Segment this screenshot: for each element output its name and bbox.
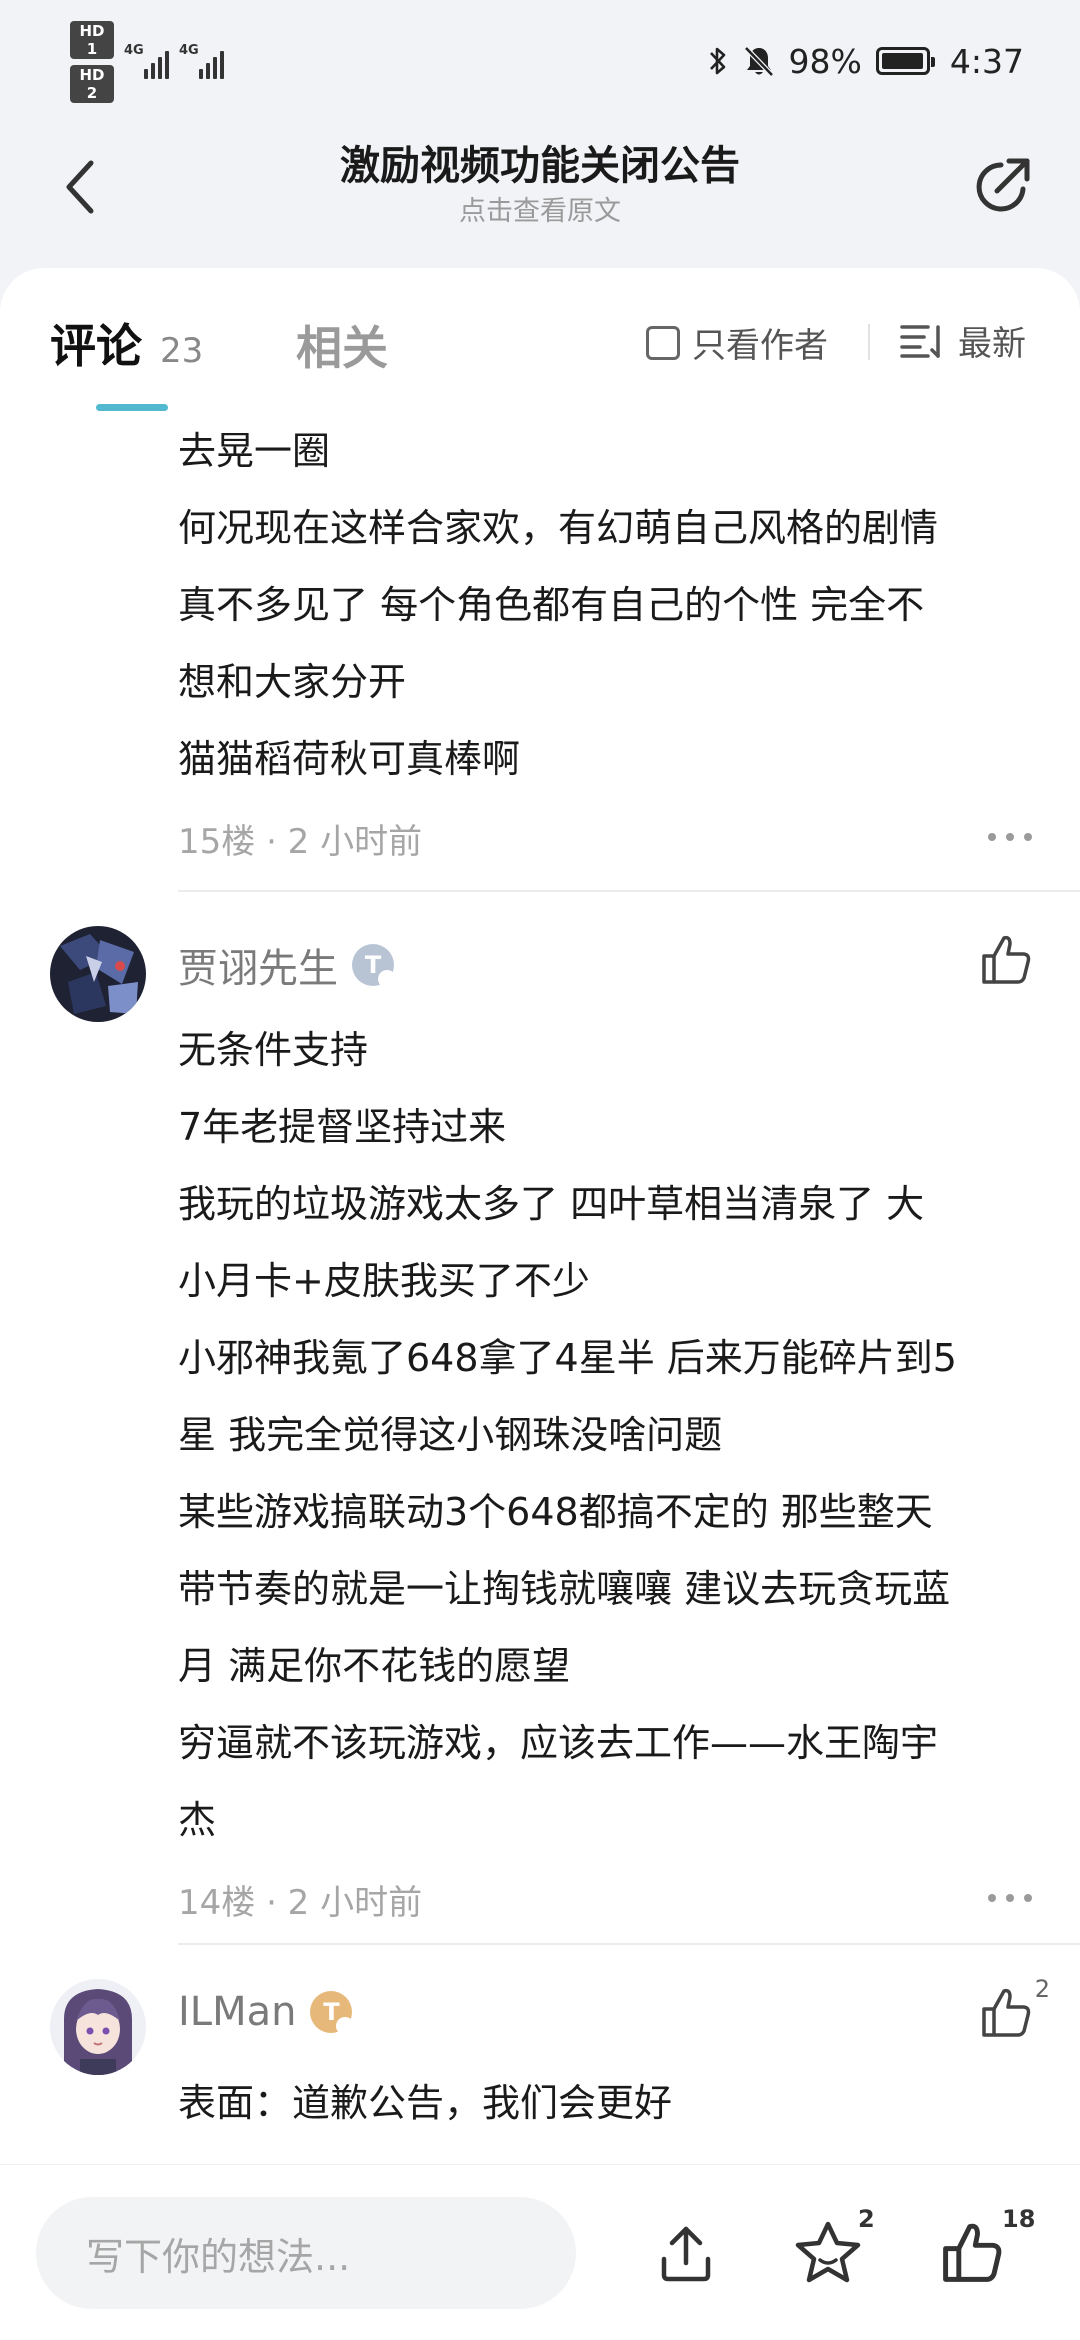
level-number: 5 [336,2017,355,2035]
avatar[interactable] [50,926,146,1022]
user-level-badge: T 2 [352,944,396,988]
hd-1-badge: HD 1 [70,21,114,59]
comment-author[interactable]: ILMan T 5 [178,1989,355,2035]
sort-icon [900,324,940,358]
signal-2-icon: 4G [179,43,224,79]
hd-voice-indicators: HD 1 HD 2 [70,21,114,103]
bluetooth-icon [709,47,725,75]
sort-button[interactable]: 最新 [900,316,1026,365]
battery-percent: 98% [788,41,862,81]
view-original-link[interactable]: 点击查看原文 [180,194,900,230]
comment-header: 贾诩先生 T 2 [0,892,1080,1022]
back-button[interactable] [50,152,110,222]
floor-and-time: 14楼 · 2 小时前 [178,1882,423,1923]
comment-line: 月 满足你不花钱的愿望 [178,1644,571,1688]
username: ILMan [178,1989,297,2035]
floor-and-time: 15楼 · 2 小时前 [178,821,423,862]
article-header: 激励视频功能关闭公告 点击查看原文 [0,120,1080,270]
more-options-button[interactable] [988,1883,1032,1913]
comment-line: 表面：道歉公告，我们会更好 [178,2081,673,2125]
favorite-button[interactable] [790,2215,866,2291]
signal-1-icon: 4G [124,43,169,79]
share-button[interactable] [962,146,1042,226]
checkbox-icon [646,325,680,360]
active-tab-indicator [96,404,168,411]
comment-body: 表面：道歉公告，我们会更好 [0,2065,1080,2142]
forward-button[interactable] [648,2215,724,2291]
comment-line: 猫猫稻荷秋可真棒啊 [178,737,521,781]
comment-header: ILMan T 5 2 [0,1945,1080,2075]
star-icon [795,2221,861,2283]
thumbs-up-icon [982,1988,1031,2037]
hd-2-badge: HD 2 [70,65,114,103]
user-level-badge: T 5 [310,1991,355,2035]
comment-line: 带节奏的就是一让掏钱就嚷嚷 建议去玩贪玩蓝 [178,1567,951,1611]
comment-line: 无条件支持 [178,1028,369,1072]
avatar-image [50,1979,146,2075]
tab-divider [868,324,870,360]
comment-body: 去晃一圈 何况现在这样合家欢，有幻萌自己风格的剧情 真不多见了 每个角色都有自己… [0,413,1080,798]
only-author-label: 只看作者 [692,326,828,366]
avatar-image [50,926,146,1022]
level-number: 2 [378,970,396,988]
signal-1-label: 4G [124,43,144,58]
tab-comments-label: 评论 [50,319,142,373]
tab-comments-count: 23 [160,331,204,371]
comment-line: 小邪神我氪了648拿了4星半 后来万能碎片到5 [178,1336,957,1380]
signal-2-label: 4G [179,43,199,58]
title-block[interactable]: 激励视频功能关闭公告 点击查看原文 [180,140,900,230]
comment-meta: 14楼 · 2 小时前 [0,1859,1080,1939]
like-button[interactable] [976,930,1036,990]
avatar[interactable] [50,1979,146,2075]
sort-label: 最新 [958,324,1026,364]
comment-line: 真不多见了 每个角色都有自己的个性 完全不 [178,583,925,627]
status-bar: HD 1 HD 2 4G 4G 98% 4:37 [0,0,1080,120]
comment-line: 穷逼就不该玩游戏，应该去工作——水王陶宇 [178,1721,939,1765]
battery-icon [875,47,935,75]
page-title: 激励视频功能关闭公告 [340,143,740,189]
comment-author[interactable]: 贾诩先生 T 2 [178,936,396,994]
more-options-button[interactable] [988,822,1032,852]
comment-body: 无条件支持 7年老提督坚持过来 我玩的垃圾游戏太多了 四叶草相当清泉了 大 小月… [0,1012,1080,1859]
mute-bell-icon [743,46,774,77]
tab-comments[interactable]: 评论 23 [50,310,203,376]
comment-list: 去晃一圈 何况现在这样合家欢，有幻萌自己风格的剧情 真不多见了 每个角色都有自己… [0,413,1080,2142]
comment-line: 去晃一圈 [178,429,331,473]
upload-share-icon [661,2226,711,2282]
comment-line: 7年老提督坚持过来 [178,1105,507,1149]
only-author-toggle[interactable]: 只看作者 [646,318,828,367]
like-count: 2 [1034,1975,1050,2003]
comment-input[interactable]: 写下你的想法... [36,2197,576,2309]
thumbs-up-icon [982,935,1031,984]
comment-line: 某些游戏搞联动3个648都搞不定的 那些整天 [178,1490,933,1534]
status-bar-right: 98% 4:37 [707,36,1024,86]
comment-line: 星 我完全觉得这小钢珠没啥问题 [178,1413,723,1457]
share-icon [976,158,1030,212]
thumbs-up-icon [943,2223,1002,2282]
username: 贾诩先生 [178,946,338,992]
comment-line: 何况现在这样合家欢，有幻萌自己风格的剧情 [178,506,939,550]
comments-panel: 评论 23 相关 只看作者 最新 去晃一圈 何况现在这样合家欢，有幻萌自己风格的… [0,268,1080,2340]
comment-line: 小月卡+皮肤我买了不少 [178,1259,590,1303]
like-button[interactable] [976,1983,1036,2043]
favorite-count: 2 [858,2205,875,2233]
battery-fill [881,53,924,69]
tab-related[interactable]: 相关 [296,312,388,378]
like-count: 18 [1002,2205,1036,2233]
comment-item: ILMan T 5 2 表面：道歉公告，我们会更好 [0,1945,1080,2142]
status-bar-left: HD 1 HD 2 4G 4G [70,21,224,103]
comment-item: 去晃一圈 何况现在这样合家欢，有幻萌自己风格的剧情 真不多见了 每个角色都有自己… [0,413,1080,892]
like-article-button[interactable] [934,2215,1010,2291]
comment-line: 我玩的垃圾游戏太多了 四叶草相当清泉了 大 [178,1182,925,1226]
comment-input-placeholder: 写下你的想法... [86,2234,351,2279]
comment-line: 想和大家分开 [178,660,407,704]
bottom-action-bar: 写下你的想法... 2 18 [0,2164,1080,2340]
comment-line: 杰 [178,1798,217,1842]
clock: 4:37 [949,41,1024,81]
comment-meta: 15楼 · 2 小时前 [0,798,1080,878]
comment-item: 贾诩先生 T 2 无条件支持 7年老提督坚持过来 我玩的垃圾游戏太多了 四叶草相… [0,892,1080,1945]
comment-tabs: 评论 23 相关 只看作者 最新 [0,268,1080,413]
chevron-left-icon [66,160,94,214]
